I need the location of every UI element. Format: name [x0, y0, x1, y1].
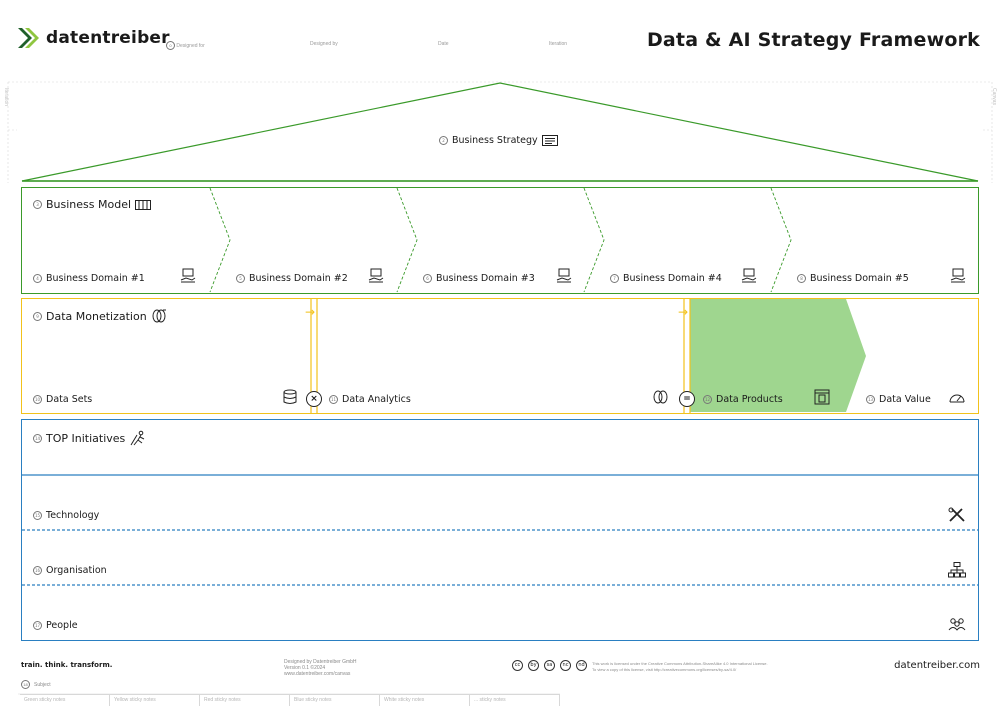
domain-hand-icon — [368, 268, 384, 283]
strategy-icon — [541, 135, 558, 146]
people-row-label[interactable]: 17 People — [33, 620, 78, 631]
multiply-operator: × — [306, 391, 322, 407]
business-domain-4[interactable]: 7 Business Domain #4 — [610, 273, 722, 284]
organisation-row-label[interactable]: 16 Organisation — [33, 565, 107, 576]
equals-operator: = — [679, 391, 695, 407]
mountain-climber-icon — [130, 430, 145, 446]
coins-icon — [653, 390, 668, 404]
org-chart-icon — [948, 562, 966, 578]
business-domain-2[interactable]: 5 Business Domain #2 — [236, 273, 348, 284]
business-model-icon — [135, 199, 152, 210]
by-icon: by — [528, 660, 539, 671]
domain-hand-icon — [741, 268, 757, 283]
legend-item: Green sticky notes — [20, 694, 110, 706]
tools-icon — [948, 507, 965, 522]
sa-icon: sa — [544, 660, 555, 671]
business-domain-5[interactable]: 8 Business Domain #5 — [797, 273, 909, 284]
data-sets-label[interactable]: 10 Data Sets — [33, 394, 92, 405]
cc-icon: cc — [512, 660, 523, 671]
business-domain-1[interactable]: 4 Business Domain #1 — [33, 273, 145, 284]
slogan: train. think. transform. — [21, 661, 113, 669]
coins-icon — [152, 309, 166, 323]
people-group-icon — [948, 618, 966, 631]
gauge-icon — [949, 394, 965, 403]
legend-item: Blue sticky notes — [290, 694, 380, 706]
product-box-icon — [814, 389, 830, 405]
flow-arrow-icon: → — [305, 305, 316, 319]
business-strategy-label: 2 Business Strategy — [439, 135, 558, 146]
business-model-label: 3 Business Model — [33, 198, 152, 211]
data-analytics-label[interactable]: 11 Data Analytics — [329, 394, 411, 405]
domain-hand-icon — [556, 268, 572, 283]
section-number: 2 — [439, 136, 448, 145]
business-domain-3[interactable]: 6 Business Domain #3 — [423, 273, 535, 284]
website-link[interactable]: datentreiber.com — [894, 660, 980, 671]
legend-item: ... sticky notes — [470, 694, 560, 706]
top-initiatives-label: 14 TOP Initiatives — [33, 430, 147, 446]
technology-row-label[interactable]: 15 Technology — [33, 510, 99, 521]
legend-subject: 18 Subject — [21, 680, 51, 689]
data-value-label[interactable]: 13 Data Value — [866, 394, 931, 405]
legend-item: White sticky notes — [380, 694, 470, 706]
nd-icon: nd — [576, 660, 587, 671]
license-text: This work is licensed under the Creative… — [592, 661, 768, 672]
database-icon — [283, 389, 297, 404]
top-initiatives-section — [21, 419, 979, 641]
domain-hand-icon — [180, 268, 196, 283]
data-monetization-label: 9 Data Monetization — [33, 308, 167, 324]
legend-item: Red sticky notes — [200, 694, 290, 706]
domain-hand-icon — [950, 268, 966, 283]
legend-item: Yellow sticky notes — [110, 694, 200, 706]
nc-icon: nc — [560, 660, 571, 671]
flow-arrow-icon: → — [678, 305, 689, 319]
license-icons: cc by sa nc nd — [512, 660, 587, 671]
credits: Designed by Datentreiber GmbH Version 0.… — [284, 659, 357, 677]
data-products-label[interactable]: 12 Data Products — [703, 394, 783, 405]
